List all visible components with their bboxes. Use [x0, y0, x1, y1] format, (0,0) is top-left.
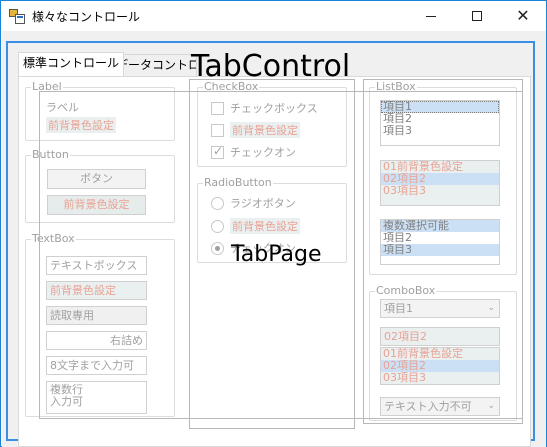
radio-group-title: RadioButton	[203, 176, 273, 189]
list-box-multiselect[interactable]: 複数選択可能 項目2 項目3	[380, 219, 500, 265]
close-button[interactable]: ✕	[500, 1, 546, 31]
combobox-group-title: ComboBox	[375, 284, 437, 297]
combo-value: 項目1	[384, 302, 413, 315]
colored-button[interactable]: 前背景色設定	[47, 195, 146, 215]
maximize-icon	[472, 11, 482, 21]
radio-circle[interactable]	[211, 241, 224, 255]
main-window: 様々なコントロール ✕ 標準コントロール データコントロール Label ラベル…	[0, 0, 547, 447]
radio-label: 前背景色設定	[230, 218, 300, 234]
checkbox-box[interactable]	[211, 123, 224, 137]
maximize-button[interactable]	[454, 1, 500, 31]
radio-circle[interactable]	[211, 219, 224, 233]
listbox-group-title: ListBox	[375, 80, 417, 93]
max-length-text-box[interactable]: 8文字まで入力可	[46, 356, 147, 375]
readonly-text-box[interactable]: 読取専用	[46, 306, 147, 325]
colored-label: 前背景色設定	[46, 117, 116, 133]
plain-button[interactable]: ボタン	[47, 169, 146, 189]
label-group-title: Label	[31, 80, 63, 93]
right-aligned-text-box[interactable]: 右詰め	[46, 331, 147, 350]
tabpage-caption: TabPage	[231, 242, 322, 267]
combo-box-1[interactable]: 項目1 ⌄	[380, 299, 500, 318]
combo-box-colored[interactable]: 02項目2	[380, 327, 500, 346]
list-item[interactable]: 項目3	[381, 244, 499, 256]
minimize-icon	[426, 16, 436, 17]
label-text: ラベル	[46, 101, 79, 114]
radio-colored[interactable]: 前背景色設定	[211, 218, 300, 234]
combo-value: 02項目2	[384, 330, 427, 343]
radio-label: ラジオボタン	[230, 197, 296, 210]
chevron-down-icon[interactable]: ⌄	[487, 300, 495, 317]
radio-plain[interactable]: ラジオボタン	[211, 195, 296, 211]
checkbox-checked[interactable]: チェックオン	[211, 144, 296, 160]
list-box-colored[interactable]: 01前背景色設定 02項目2 03項目3	[380, 160, 500, 206]
chevron-down-icon[interactable]: ⌄	[487, 398, 495, 415]
minimize-button[interactable]	[408, 1, 454, 31]
checkbox-label: 前背景色設定	[230, 122, 300, 138]
title-bar[interactable]: 様々なコントロール ✕	[1, 1, 546, 31]
list-item[interactable]: 項目3	[381, 125, 499, 137]
multiline-text-box[interactable]: 複数行 入力可	[46, 381, 147, 414]
tab-standard-controls[interactable]: 標準コントロール	[18, 52, 125, 76]
radio-circle[interactable]	[211, 196, 224, 210]
button-group-title: Button	[31, 148, 70, 161]
checkbox-colored[interactable]: 前背景色設定	[211, 122, 300, 138]
tabcontrol-caption: TabControl	[191, 49, 351, 84]
close-icon: ✕	[516, 6, 530, 25]
text-box[interactable]: テキストボックス	[46, 256, 147, 275]
checkbox-box[interactable]	[211, 144, 224, 159]
textbox-group-title: TextBox	[31, 232, 76, 245]
combo-dropdown-list[interactable]: 01前背景色設定 02項目2 03項目3	[380, 347, 500, 385]
window-title: 様々なコントロール	[32, 10, 141, 24]
combo-box-readonly[interactable]: テキスト入力不可 ⌄	[380, 397, 500, 416]
colored-text-box[interactable]: 前背景色設定	[46, 281, 147, 300]
checkbox-label: チェックボックス	[230, 102, 318, 115]
checkbox-label: チェックオン	[230, 146, 296, 159]
app-icon	[9, 9, 25, 25]
list-item[interactable]: 03項目3	[381, 372, 499, 384]
checkbox-box[interactable]	[211, 101, 224, 115]
list-item[interactable]: 03項目3	[381, 185, 499, 197]
list-box-1[interactable]: 項目1 項目2 項目3	[380, 100, 500, 146]
checkbox-plain[interactable]: チェックボックス	[211, 100, 318, 116]
combo-value: テキスト入力不可	[384, 400, 472, 413]
